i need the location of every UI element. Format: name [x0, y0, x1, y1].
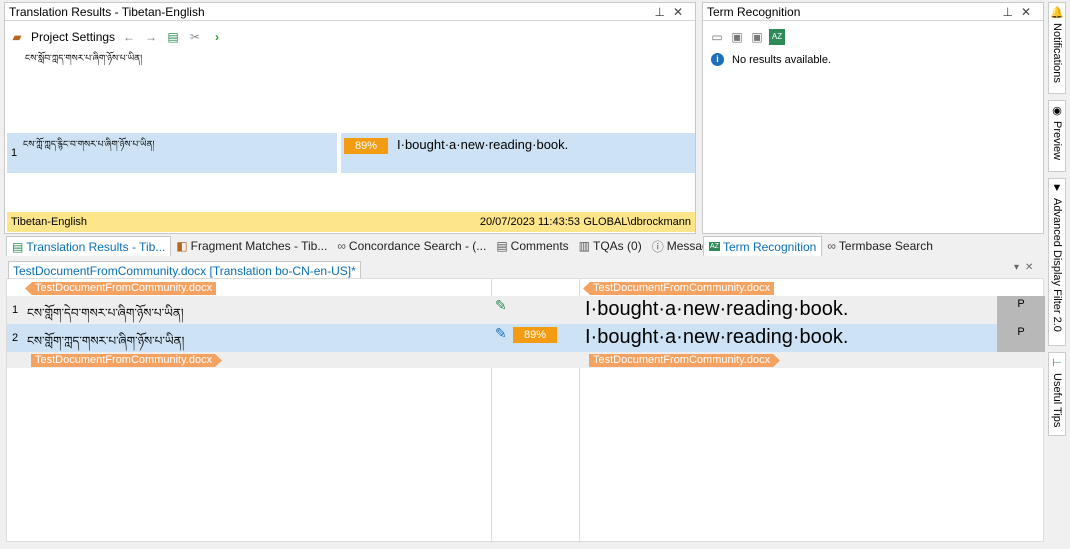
translation-results-panel: Translation Results - Tibetan-English ⊥✕… [4, 2, 696, 234]
sidebar-preview[interactable]: ◉ Preview [1048, 100, 1066, 172]
tab-termbase-search[interactable]: ∞ Termbase Search [822, 236, 938, 256]
status-language: Tibetan-English [11, 216, 88, 228]
info-icon: i [711, 53, 724, 66]
project-settings-button[interactable]: Project Settings [31, 30, 115, 44]
document-tab[interactable]: TestDocumentFromCommunity.docx [Translat… [8, 261, 361, 279]
result-row-source: ངས་ཀློ་ཀླད་རྙིང་བ་གསར་པ་ཞིག་ཉོས་པ་ཡིན། [21, 133, 337, 173]
signpost-icon: ⊢ [1052, 357, 1062, 369]
sidebar-notifications[interactable]: 🔔 Notifications [1048, 2, 1066, 94]
bottom-tab-strip: ▤ Translation Results - Tib... ◧ Fragment … [6, 236, 744, 256]
warning-icon: ⓘ [651, 239, 664, 254]
book-icon[interactable]: ▭ [709, 29, 725, 45]
bell-icon: 🔔 [1050, 7, 1064, 19]
term-recognition-toolbar: ▭ ▣ ▣ AZ [709, 25, 785, 49]
term-recognition-panel: Term Recognition ⊥✕ ▭ ▣ ▣ AZ i No result… [702, 2, 1044, 234]
no-results-message: No results available. [732, 53, 832, 66]
right-tab-strip: AZ Term Recognition ∞ Termbase Search [703, 236, 938, 256]
segment-number: 2 [11, 332, 19, 344]
pencil-check-icon: ✎ [495, 297, 507, 313]
document-tab-controls[interactable]: ▾✕ [1014, 262, 1039, 273]
target-end-tag[interactable]: TestDocumentFromCommunity.docx [589, 354, 780, 367]
panel-pin-close-icons[interactable]: ⊥✕ [654, 5, 691, 19]
apply-translation-icon[interactable]: ▤ [165, 29, 181, 45]
pencil-icon: ✎ [495, 325, 507, 341]
translation-results-toolbar: ▰ Project Settings ← → ▤ ✂ › [9, 25, 225, 49]
segment-row-1[interactable]: 1 ངས་གློག་དེབ་གསར་པ་ཞིག་ཉོས་པ་ཡིན། ✎ I·b… [7, 296, 1045, 324]
filter-icon: ▼ [1051, 182, 1063, 194]
term-pin-close-icons[interactable]: ⊥✕ [1002, 5, 1039, 19]
segment-match-badge: 89% [513, 327, 557, 343]
source-start-tag[interactable]: TestDocumentFromCommunity.docx [25, 282, 217, 295]
binoculars-icon: ∞ [827, 239, 836, 253]
translation-results-icon: ▤ [12, 239, 24, 254]
segment-target: I·bought·a·new·reading·book. [585, 326, 849, 348]
result-row[interactable]: 1 ངས་ཀློ་ཀླད་རྙིང་བ་གསར་པ་ཞིག་ཉོས་པ་ཡིན།… [7, 133, 695, 173]
project-settings-icon[interactable]: ▰ [9, 29, 25, 45]
comment-icon: ▤ [496, 239, 508, 253]
sidebar-useful-tips[interactable]: ⊢ Useful Tips [1048, 352, 1066, 436]
tab-fragment-matches[interactable]: ◧ Fragment Matches - Tib... [171, 236, 332, 256]
result-row-target: I·bought·a·new·reading·book. [391, 133, 695, 173]
no-results-row: i No results available. [711, 53, 831, 66]
tab-translation-results[interactable]: ▤ Translation Results - Tib... [6, 236, 172, 256]
segment-target: I·bought·a·new·reading·book. [585, 298, 849, 320]
arrow-left-icon[interactable]: ← [121, 29, 137, 45]
tab-comments[interactable]: ▤ Comments [491, 236, 573, 256]
fragment-icon: ◧ [176, 239, 188, 253]
clipboard-icon: ▥ [578, 239, 591, 253]
arrow-right-icon[interactable]: → [143, 29, 159, 45]
termbase-add-icon[interactable]: ▣ [729, 29, 745, 45]
termbase-settings-icon[interactable]: ▣ [749, 29, 765, 45]
source-end-tag[interactable]: TestDocumentFromCommunity.docx [31, 354, 222, 367]
chevron-right-icon[interactable]: › [209, 29, 225, 45]
tab-concordance-search[interactable]: ∞ Concordance Search - (... [332, 236, 491, 256]
segment-row-2[interactable]: 2 ངས་གློག་ཀླད་གསར་པ་ཞིག་ཉོས་པ་ཡིན། ✎ 89%… [7, 324, 1045, 352]
result-status-bar: Tibetan-English 20/07/2023 11:43:53 GLOB… [7, 212, 695, 232]
eye-icon: ◉ [1052, 105, 1062, 117]
binoculars-icon: ∞ [337, 239, 346, 253]
result-match-badge: 89% [344, 138, 388, 154]
result-row-number: 1 [7, 133, 21, 173]
sidebar-advanced-display-filter[interactable]: ▼ Advanced Display Filter 2.0 [1048, 178, 1066, 346]
tab-tqas[interactable]: ▥ TQAs (0) [574, 236, 647, 256]
term-recognition-title: Term Recognition ⊥✕ [703, 3, 1043, 21]
status-datetime: 20/07/2023 11:43:53 [479, 216, 580, 228]
target-start-tag[interactable]: TestDocumentFromCommunity.docx [583, 282, 775, 295]
term-recognition-icon: AZ [709, 242, 720, 251]
sort-az-icon[interactable]: AZ [769, 29, 785, 45]
segment-status: P [997, 296, 1045, 324]
segment-status: P [997, 324, 1045, 352]
segment-number: 1 [11, 304, 19, 316]
translation-results-title: Translation Results - Tibetan-English ⊥✕ [5, 3, 695, 21]
editor-grid: TestDocumentFromCommunity.docx TestDocum… [6, 278, 1045, 543]
tab-term-recognition[interactable]: AZ Term Recognition [703, 236, 823, 256]
status-user: GLOBAL\dbrockmann [583, 216, 691, 228]
tools-icon[interactable]: ✂ [187, 29, 203, 45]
source-preview-text: ངས་སློབ་ཀླད་གསར་པ་ཞིག་ཉོས་པ་ཡིན། [25, 54, 143, 64]
